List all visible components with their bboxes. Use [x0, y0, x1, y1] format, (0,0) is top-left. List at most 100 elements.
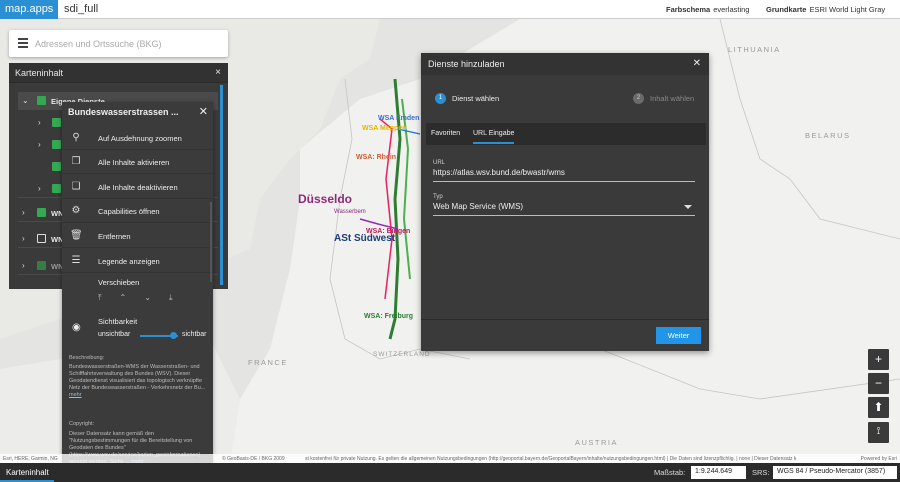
- attribution-right: st kostenfrei für private Nutzung. Es ge…: [305, 456, 797, 462]
- top-bar: map.apps sdi_full Farbschema everlasting …: [0, 0, 900, 19]
- attribution-mid: © GeoBasis-DE / BKG 2009: [222, 456, 285, 462]
- checkbox[interactable]: [37, 261, 46, 270]
- checkbox[interactable]: [37, 208, 46, 217]
- menu-item-label: Legende anzeigen: [98, 257, 160, 266]
- deactivate-all-item[interactable]: ❏ Alle Inhalte deaktivieren: [62, 175, 213, 199]
- visibility-slider-handle[interactable]: [170, 332, 177, 339]
- basemap-label: Grundkarte: [766, 5, 807, 14]
- tab-url-input[interactable]: URL Eingabe: [473, 130, 515, 144]
- menu-icon[interactable]: [18, 38, 28, 50]
- scale-label: Maßstab:: [654, 468, 686, 477]
- tab-favorites[interactable]: Favoriten: [431, 130, 460, 137]
- description-text: Bundeswasserstraßen-WMS der Wasserstraße…: [69, 364, 207, 399]
- dialog-divider: [421, 319, 709, 320]
- dialog-tabs: Favoriten URL Eingabe: [426, 123, 706, 145]
- step-2-label[interactable]: Inhalt wählen: [650, 94, 694, 103]
- dialog-header: Dienste hinzuladen ✕: [421, 53, 709, 75]
- search-icon: ⚲: [72, 132, 80, 143]
- description-more-link[interactable]: mehr: [69, 392, 82, 398]
- legend-icon: ☰: [71, 255, 81, 266]
- chevron-right-icon[interactable]: ›: [38, 118, 41, 127]
- activate-all-item[interactable]: ❐ Alle Inhalte aktivieren: [62, 150, 213, 174]
- add-service-dialog: Dienste hinzuladen ✕ 1 Dienst wählen 2 I…: [421, 53, 709, 351]
- chevron-right-icon[interactable]: ›: [38, 184, 41, 193]
- chevron-right-icon[interactable]: ›: [22, 261, 25, 270]
- scale-input[interactable]: 1:9.244.649: [691, 466, 746, 479]
- measure-icon[interactable]: ⟟: [868, 422, 889, 443]
- country-label: LITHUANIA: [728, 45, 781, 54]
- move-label: Verschieben: [98, 278, 140, 287]
- checkbox[interactable]: [52, 118, 61, 127]
- country-label: AUSTRIA: [575, 438, 619, 447]
- caret-down-icon: [684, 205, 692, 209]
- next-button[interactable]: Weiter: [656, 327, 701, 344]
- checkbox[interactable]: [37, 234, 46, 243]
- map-feature-label: WSA: Freiburg: [364, 313, 413, 320]
- context-menu-title: Bundeswasserstrassen ...: [68, 107, 179, 117]
- status-bar: Karteninhalt Maßstab: 1:9.244.649 SRS: W…: [0, 463, 900, 482]
- checkbox[interactable]: [52, 184, 61, 193]
- show-legend-item[interactable]: ☰ Legende anzeigen: [62, 249, 213, 273]
- menu-item-label: Entfernen: [98, 232, 131, 241]
- move-up-icon[interactable]: ⌃: [120, 293, 127, 302]
- trash-icon: 🗑: [70, 230, 83, 241]
- color-scheme-value: everlasting: [713, 5, 750, 14]
- visibility-label: Sichtbarkeit: [98, 317, 138, 326]
- zoom-to-extent-item[interactable]: ⚲ Auf Ausdehnung zoomen: [62, 126, 213, 150]
- url-label: URL: [433, 160, 446, 166]
- type-select[interactable]: Web Map Service (WMS): [433, 201, 695, 216]
- map-feature-label: WSA: Bingen: [366, 228, 411, 235]
- map-feature-label: Wasserbem: [334, 209, 366, 215]
- toc-title: Karteninhalt: [15, 68, 64, 78]
- zoom-out-button[interactable]: −: [868, 373, 889, 394]
- layer-context-menu: Bundeswasserstrassen ... ✕ ⚲ Auf Ausdehn…: [62, 102, 213, 473]
- close-icon[interactable]: ✕: [199, 105, 208, 118]
- app-name: sdi_full: [64, 3, 99, 15]
- map-feature-label: Düsseldo: [298, 192, 353, 206]
- toc-scrollbar[interactable]: [220, 85, 223, 285]
- checkbox[interactable]: [52, 162, 61, 171]
- chevron-right-icon[interactable]: ›: [38, 140, 41, 149]
- type-label: Typ: [433, 194, 443, 200]
- color-scheme-selector[interactable]: Farbschema everlasting: [666, 5, 749, 14]
- dialog-title: Dienste hinzuladen: [428, 59, 505, 69]
- toc-header: Karteninhalt ×: [9, 63, 228, 83]
- layers-off-icon: ❏: [71, 181, 81, 192]
- compass-icon[interactable]: ⬆: [868, 397, 889, 418]
- remove-item[interactable]: 🗑 Entfernen: [62, 224, 213, 248]
- basemap-value: ESRI World Light Gray: [809, 5, 886, 14]
- srs-select[interactable]: WGS 84 / Pseudo-Mercator (3857): [773, 466, 897, 479]
- slider-min-label: unsichtbar: [98, 331, 131, 338]
- close-icon[interactable]: ×: [215, 67, 221, 78]
- search-input[interactable]: [35, 36, 220, 51]
- checkbox[interactable]: [37, 96, 46, 105]
- step-1-label[interactable]: Dienst wählen: [452, 94, 499, 103]
- close-icon[interactable]: ✕: [693, 58, 701, 69]
- toc-tab[interactable]: Karteninhalt: [0, 463, 54, 482]
- type-select-value: Web Map Service (WMS): [433, 202, 524, 211]
- attribution-powered[interactable]: Powered by Esri: [860, 456, 897, 462]
- opacity-icon: ◉: [72, 322, 81, 333]
- attribution-left: Esri, HERE, Garmin, NG: [3, 456, 58, 462]
- attribution: Esri, HERE, Garmin, NG © GeoBasis-DE / B…: [0, 454, 900, 463]
- move-bottom-icon[interactable]: ⤓: [169, 293, 173, 302]
- context-menu-scrollbar[interactable]: [210, 202, 212, 282]
- country-label: BELARUS: [805, 131, 851, 140]
- move-down-icon[interactable]: ⌄: [144, 293, 151, 302]
- description-heading: Beschreibung:: [69, 355, 105, 361]
- open-capabilities-item[interactable]: ⚙ Capabilities öffnen: [62, 199, 213, 223]
- move-top-icon[interactable]: ⤒: [98, 293, 102, 302]
- country-label: FRANCE: [248, 358, 288, 367]
- chevron-right-icon[interactable]: ›: [22, 208, 25, 217]
- menu-item-label: Capabilities öffnen: [98, 207, 160, 216]
- step-2-badge: 2: [633, 93, 644, 104]
- checkbox[interactable]: [52, 140, 61, 149]
- country-label: SWITZERLAND: [373, 351, 431, 358]
- basemap-selector[interactable]: Grundkarte ESRI World Light Gray: [766, 5, 885, 14]
- chevron-down-icon[interactable]: ⌄: [22, 96, 29, 105]
- slider-max-label: sichtbar: [182, 331, 207, 338]
- brand-logo[interactable]: map.apps: [0, 0, 59, 19]
- zoom-in-button[interactable]: +: [868, 349, 889, 370]
- chevron-right-icon[interactable]: ›: [22, 234, 25, 243]
- url-input[interactable]: https://atlas.wsv.bund.de/bwastr/wms: [433, 167, 695, 182]
